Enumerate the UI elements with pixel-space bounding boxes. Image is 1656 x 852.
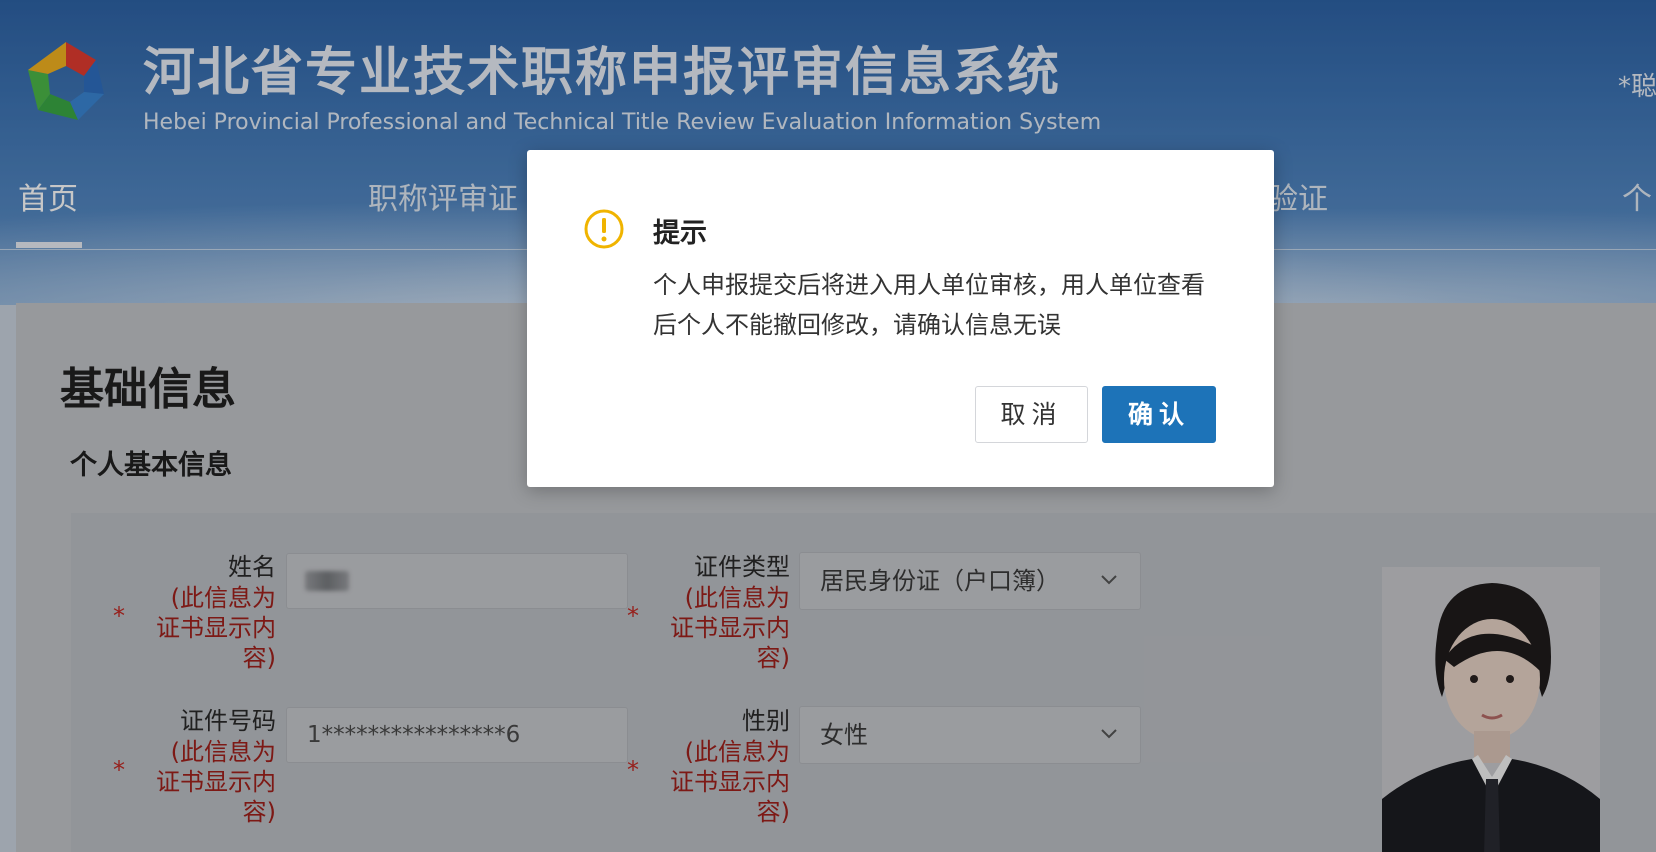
dialog-message: 个人申报提交后将进入用人单位审核，用人单位查看后个人不能撤回修改，请确认信息无误 — [653, 271, 1205, 339]
dialog-title: 提示 — [653, 218, 707, 249]
confirm-button[interactable]: 确认 — [1102, 386, 1216, 443]
warning-circle-icon — [584, 209, 624, 249]
cancel-button[interactable]: 取消 — [975, 386, 1088, 443]
confirm-dialog: 提示 个人申报提交后将进入用人单位审核，用人单位查看后个人不能撤回修改，请确认信… — [527, 150, 1274, 487]
